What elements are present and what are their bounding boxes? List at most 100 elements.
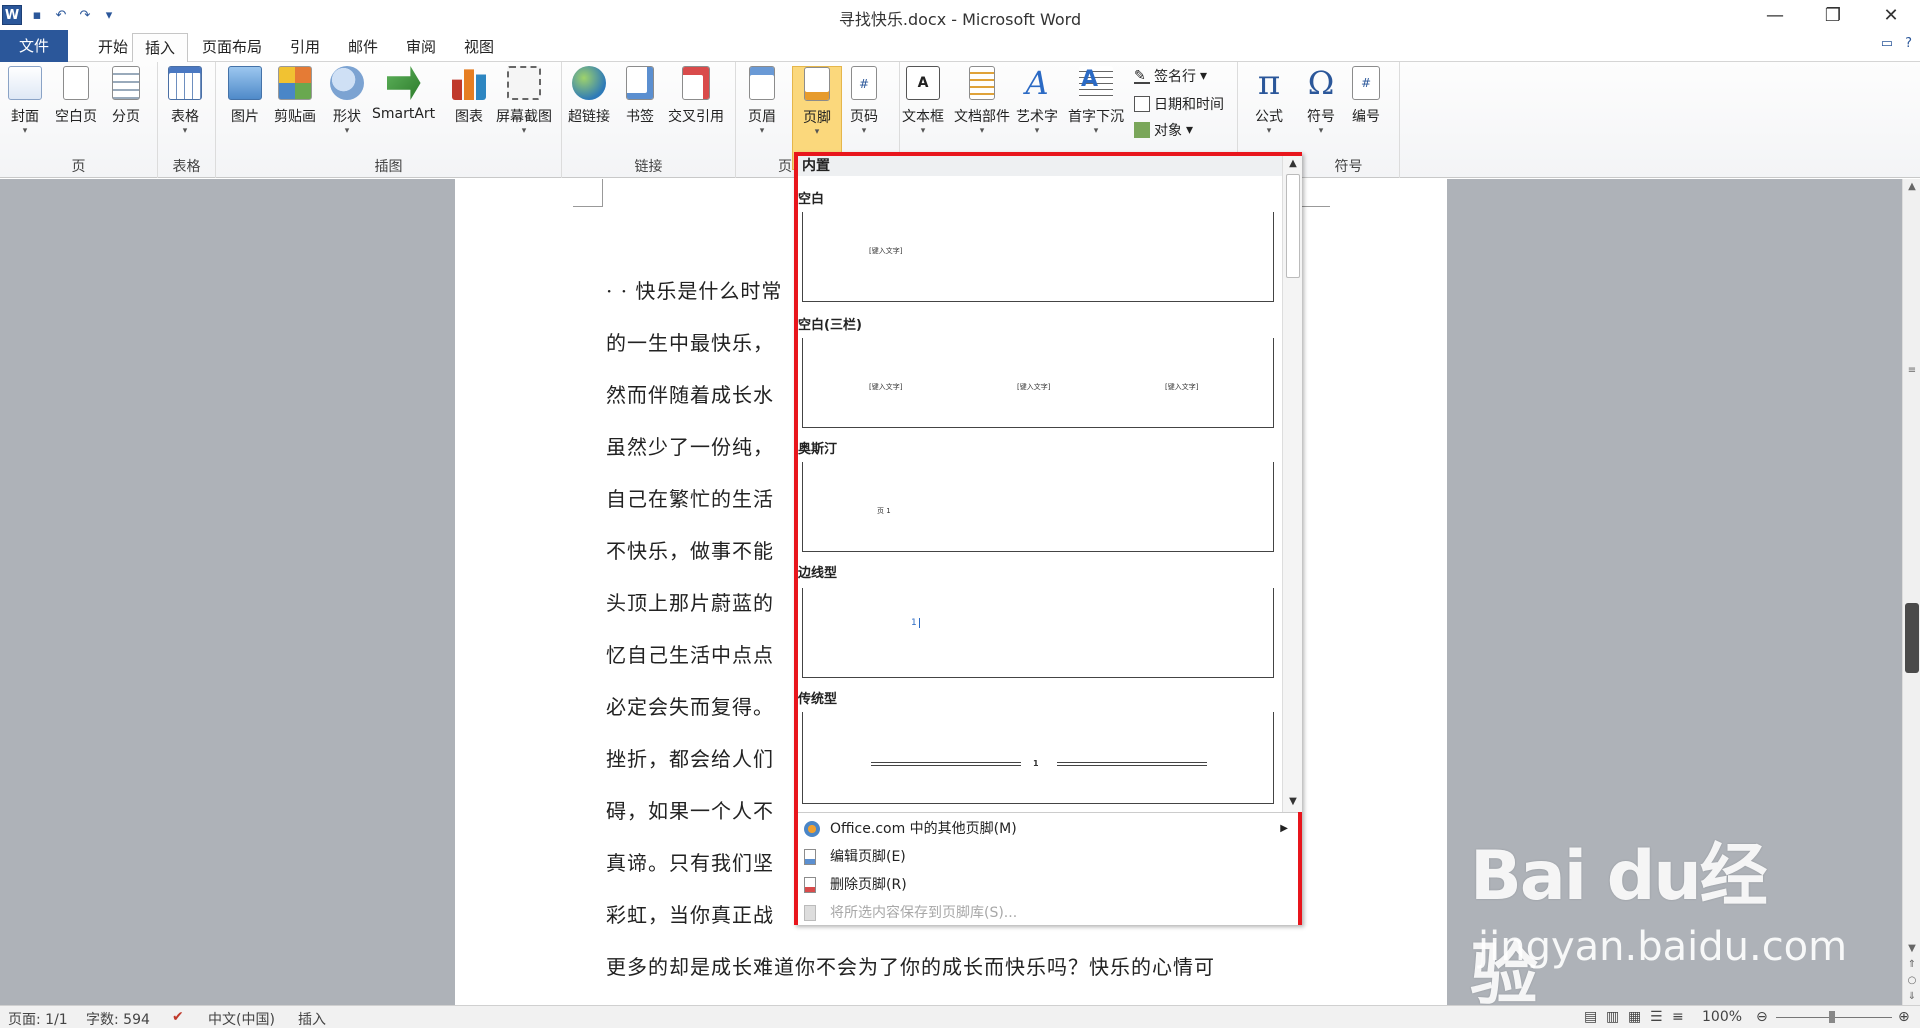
gallery-scroll-thumb[interactable]	[1286, 174, 1300, 278]
menu-item-remove-footer[interactable]: 删除页脚(R)	[798, 871, 1298, 899]
scroll-thumb[interactable]	[1905, 603, 1919, 673]
browse-object-icon[interactable]: ○	[1906, 975, 1918, 989]
header-button[interactable]: 页眉 ▾	[748, 66, 776, 136]
footer-placeholder: [键入文字]	[1165, 383, 1199, 391]
scrollbar-grip-icon[interactable]: ≡	[1906, 365, 1918, 379]
screenshot-button[interactable]: 屏幕截图 ▾	[496, 66, 552, 136]
document-line: 更多的却是成长难道你不会为了你的成长而快乐吗？快乐的心情可	[606, 955, 1215, 979]
shapes-button[interactable]: 形状 ▾	[330, 66, 364, 136]
group-illustrations: 图片 剪贴画 形状 ▾ SmartArt 图表 屏幕截图 ▾ 插图	[216, 62, 562, 178]
drop-cap-button[interactable]: A 首字下沉 ▾	[1068, 66, 1124, 136]
picture-button[interactable]: 图片	[228, 66, 262, 126]
page-break-button[interactable]: 分页	[112, 66, 140, 126]
edit-footer-icon	[804, 849, 816, 865]
tab-insert[interactable]: 插入	[132, 33, 189, 63]
footer-option-blank[interactable]: [键入文字]	[802, 212, 1274, 302]
footer-option-austin[interactable]: 页 1	[802, 462, 1274, 552]
view-draft-icon[interactable]: ≡	[1672, 1009, 1684, 1025]
menu-item-edit-footer[interactable]: 编辑页脚(E)	[798, 843, 1298, 871]
zoom-level[interactable]: 100%	[1702, 1009, 1742, 1025]
gallery-menu: Office.com 中的其他页脚(M) ▶ 编辑页脚(E) 删除页脚(R) 将…	[798, 812, 1298, 925]
vertical-scrollbar[interactable]: ▲ ≡ ▼ ⇑ ○ ⇓	[1902, 179, 1920, 1005]
object-icon	[1134, 122, 1150, 138]
page-number-button[interactable]: # 页码 ▾	[850, 66, 878, 136]
tab-mailings[interactable]: 邮件	[336, 33, 390, 62]
textbox-icon: A	[906, 66, 940, 100]
blank-page-button[interactable]: 空白页	[55, 66, 97, 126]
menu-item-save-to-gallery: 将所选内容保存到页脚库(S)...	[798, 899, 1298, 927]
footer-gallery-dropdown[interactable]: 内置 空白 [键入文字] 空白(三栏) [键入文字] [键入文字] [键入文字]…	[794, 152, 1302, 925]
minimize-icon[interactable]: —	[1746, 0, 1804, 30]
clipart-button[interactable]: 剪贴画	[274, 66, 316, 126]
document-line: 必定会失而复得。	[606, 695, 774, 719]
document-line: 真谛。只有我们坚	[606, 851, 774, 875]
cross-reference-icon	[682, 66, 710, 100]
footer-placeholder: 1	[1033, 759, 1039, 768]
wordart-button[interactable]: A 艺术字 ▾	[1016, 66, 1058, 136]
status-page[interactable]: 页面: 1/1	[8, 1009, 68, 1028]
view-print-layout-icon[interactable]: ▤	[1584, 1009, 1597, 1025]
help-icon[interactable]: ?	[1905, 36, 1912, 51]
gallery-scrollbar[interactable]: ▲ ▼	[1282, 156, 1302, 812]
footer-rule-right	[1057, 762, 1207, 766]
tab-view[interactable]: 视图	[452, 33, 506, 62]
signature-line-icon: ✎	[1134, 68, 1150, 84]
bookmark-button[interactable]: 书签	[626, 66, 654, 126]
save-to-gallery-icon	[804, 905, 816, 921]
status-insert-mode[interactable]: 插入	[298, 1009, 326, 1028]
symbol-button[interactable]: Ω 符号 ▾	[1304, 66, 1338, 136]
status-language[interactable]: 中文(中国)	[208, 1009, 275, 1028]
minimize-ribbon-icon[interactable]: ▭	[1881, 36, 1893, 51]
table-button[interactable]: 表格 ▾	[168, 66, 202, 136]
document-line: 头顶上那片蔚蓝的	[606, 591, 774, 615]
scroll-up-icon[interactable]: ▲	[1906, 181, 1918, 195]
prev-page-icon[interactable]: ⇑	[1906, 959, 1918, 973]
menu-item-more-footers[interactable]: Office.com 中的其他页脚(M) ▶	[798, 815, 1298, 843]
gallery-scroll-up-icon[interactable]: ▲	[1283, 156, 1303, 172]
document-line: 彩虹，当你真正战	[606, 903, 774, 927]
gallery-section-title: 空白(三栏)	[798, 318, 862, 333]
footer-option-traditional[interactable]: 1	[802, 712, 1274, 804]
close-icon[interactable]: ✕	[1862, 0, 1920, 30]
gallery-scroll-down-icon[interactable]: ▼	[1283, 794, 1303, 810]
tab-page-layout[interactable]: 页面布局	[190, 33, 274, 62]
textbox-button[interactable]: A 文本框 ▾	[902, 66, 944, 136]
cover-page-button[interactable]: 封面 ▾	[8, 66, 42, 136]
document-line: 虽然少了一份纯，	[606, 435, 774, 459]
footer-option-blank-three-column[interactable]: [键入文字] [键入文字] [键入文字]	[802, 338, 1274, 428]
pi-icon: π	[1257, 63, 1281, 103]
hyperlink-button[interactable]: 超链接	[568, 66, 610, 126]
tab-review[interactable]: 审阅	[394, 33, 448, 62]
scroll-down-icon[interactable]: ▼	[1906, 943, 1918, 957]
number-button[interactable]: # 编号	[1352, 66, 1380, 126]
cross-reference-button[interactable]: 交叉引用	[668, 66, 724, 126]
zoom-in-icon[interactable]: ⊕	[1898, 1009, 1910, 1025]
calendar-icon	[1134, 96, 1150, 112]
document-line: 挫折，都会给人们	[606, 747, 774, 771]
document-line: 忆自己生活中点点	[606, 643, 774, 667]
quick-parts-button[interactable]: 文档部件 ▾	[954, 66, 1010, 136]
footer-option-sideline[interactable]: 1	[802, 588, 1274, 678]
object-button[interactable]: 对象 ▾	[1134, 120, 1193, 140]
date-time-button[interactable]: 日期和时间	[1134, 94, 1224, 114]
view-full-screen-icon[interactable]: ▥	[1606, 1009, 1619, 1025]
tab-file[interactable]: 文件	[0, 30, 68, 62]
submenu-arrow-icon: ▶	[1280, 823, 1288, 834]
next-page-icon[interactable]: ⇓	[1906, 991, 1918, 1005]
chart-button[interactable]: 图表	[452, 66, 486, 126]
zoom-slider-thumb[interactable]	[1829, 1011, 1835, 1023]
status-bar: 页面: 1/1 字数: 594 ✔ 中文(中国) 插入 ▤ ▥ ▦ ☰ ≡ 10…	[0, 1005, 1920, 1028]
view-web-layout-icon[interactable]: ▦	[1628, 1009, 1641, 1025]
signature-line-button[interactable]: ✎ 签名行 ▾	[1134, 66, 1207, 86]
zoom-out-icon[interactable]: ⊖	[1756, 1009, 1768, 1025]
status-word-count[interactable]: 字数: 594	[86, 1009, 150, 1028]
proofing-icon[interactable]: ✔	[172, 1009, 184, 1025]
view-outline-icon[interactable]: ☰	[1650, 1009, 1663, 1025]
smartart-button[interactable]: SmartArt	[372, 66, 435, 122]
restore-icon[interactable]: ❐	[1804, 0, 1862, 30]
quick-parts-icon	[969, 66, 995, 100]
equation-button[interactable]: π 公式 ▾	[1252, 66, 1286, 136]
tab-references[interactable]: 引用	[278, 33, 332, 62]
footer-placeholder: [键入文字]	[869, 247, 903, 255]
gallery-section-title: 奥斯汀	[798, 442, 838, 457]
